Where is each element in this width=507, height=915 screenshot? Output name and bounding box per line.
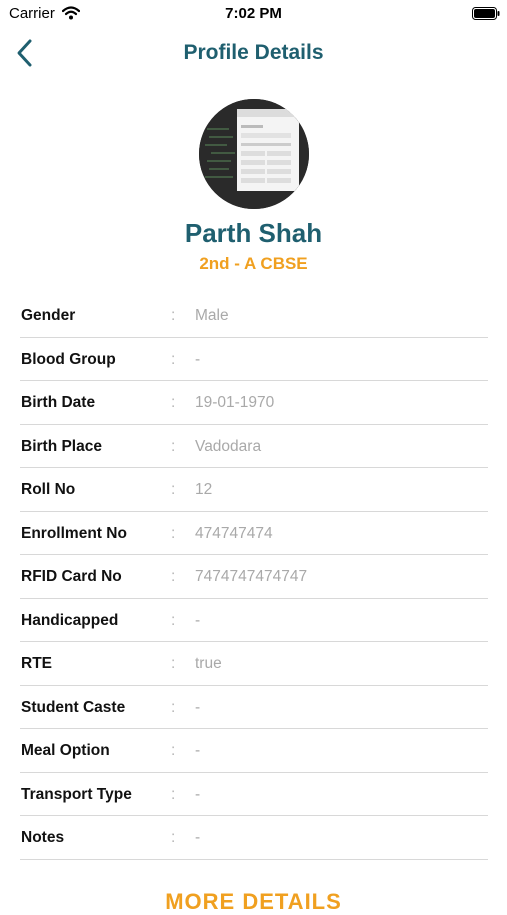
detail-row-roll-no: Roll No : 12	[20, 468, 488, 512]
detail-separator: :	[171, 785, 176, 803]
detail-label: Birth Place	[21, 437, 102, 455]
detail-row-handicapped: Handicapped : -	[20, 599, 488, 642]
detail-label: Student Caste	[21, 698, 126, 716]
detail-row-transport-type: Transport Type : -	[20, 773, 488, 816]
detail-label: Birth Date	[21, 394, 96, 411]
detail-value: -	[195, 829, 201, 846]
detail-value: -	[195, 698, 201, 716]
profile-name: Parth Shah	[184, 218, 323, 248]
detail-row-gender: Gender : Male	[20, 294, 488, 338]
detail-row-notes: Notes : -	[20, 816, 488, 860]
detail-value: -	[195, 611, 201, 629]
detail-label: Meal Option	[21, 742, 110, 759]
detail-value: 7474747474747	[195, 568, 308, 585]
detail-label: Notes	[21, 829, 65, 846]
detail-separator: :	[171, 742, 176, 759]
profile-class: 2nd - A CBSE	[199, 254, 308, 273]
navigation-bar: Profile Details	[0, 30, 507, 76]
detail-label: Roll No	[21, 481, 76, 498]
detail-separator: :	[171, 350, 176, 368]
detail-separator: :	[171, 698, 176, 716]
status-bar: Carrier 7:02 PM	[0, 0, 507, 28]
detail-value: -	[195, 785, 201, 803]
status-time: 7:02 PM	[225, 5, 282, 22]
detail-value: Male	[195, 307, 229, 324]
detail-separator: :	[171, 437, 176, 455]
detail-separator: :	[171, 829, 176, 846]
detail-value: 19-01-1970	[195, 394, 275, 411]
detail-row-enrollment-no: Enrollment No : 474747474	[20, 512, 488, 555]
avatar	[199, 99, 309, 209]
detail-value: -	[195, 742, 201, 759]
detail-separator: :	[171, 524, 176, 542]
detail-value: true	[195, 655, 222, 672]
detail-value: -	[195, 350, 201, 368]
detail-label: Enrollment No	[21, 524, 127, 542]
detail-label: Gender	[21, 307, 76, 324]
detail-label: Blood Group	[21, 350, 116, 368]
detail-separator: :	[171, 611, 176, 629]
detail-separator: :	[171, 394, 176, 411]
detail-label: Transport Type	[21, 785, 132, 803]
detail-separator: :	[171, 307, 176, 324]
detail-value: 12	[195, 481, 213, 498]
detail-row-birth-place: Birth Place : Vadodara	[20, 425, 488, 468]
detail-row-meal-option: Meal Option : -	[20, 729, 488, 773]
detail-label: RFID Card No	[21, 568, 122, 585]
detail-row-blood-group: Blood Group : -	[20, 338, 488, 381]
detail-row-student-caste: Student Caste : -	[20, 686, 488, 729]
detail-separator: :	[171, 481, 176, 498]
detail-value: Vadodara	[195, 437, 262, 455]
detail-label: RTE	[21, 655, 52, 672]
page-title: Profile Details	[183, 41, 324, 64]
detail-separator: :	[171, 655, 176, 672]
detail-label: Handicapped	[21, 611, 119, 629]
more-details-button[interactable]: MORE DETAILS	[0, 889, 507, 915]
details-list: Gender : Male Blood Group : - Birth Date…	[20, 294, 488, 860]
detail-separator: :	[171, 568, 176, 585]
detail-row-birth-date: Birth Date : 19-01-1970	[20, 381, 488, 425]
avatar-image	[199, 99, 309, 209]
detail-row-rte: RTE : true	[20, 642, 488, 686]
detail-row-rfid-card-no: RFID Card No : 7474747474747	[20, 555, 488, 599]
battery-icon	[472, 7, 500, 20]
detail-value: 474747474	[195, 524, 273, 542]
